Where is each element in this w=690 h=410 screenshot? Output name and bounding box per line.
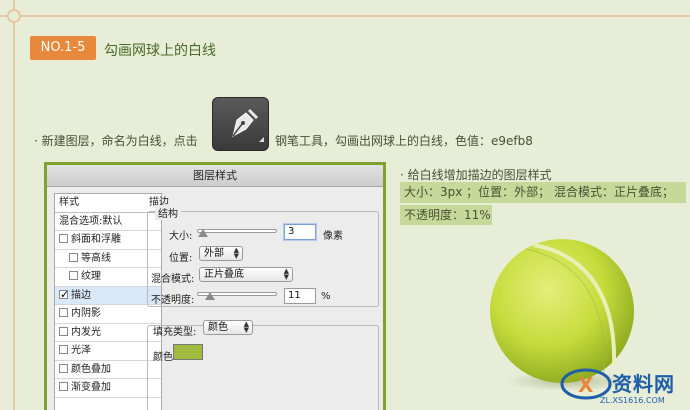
pen-tool-icon [212, 97, 269, 151]
style-item-label: 内阴影 [71, 308, 101, 319]
style-item[interactable]: 光泽 [55, 342, 161, 361]
style-item[interactable]: 颜色叠加 [55, 361, 161, 379]
checkbox[interactable] [69, 252, 78, 262]
tip-line-1: 大小：3px ；位置：外部； 混合模式：正片叠底； [400, 182, 686, 203]
checkbox[interactable] [69, 271, 78, 280]
watermark-text: 资料网 [612, 372, 675, 396]
step-title: 勾画网球上的白线 [104, 43, 216, 59]
style-item-label: 描边 [71, 289, 91, 301]
watermark-url: ZL.XS1616.COM [600, 396, 665, 405]
intro-text: · 新建图层，命名为白线，点击 [34, 134, 198, 148]
dialog-title: 图层样式 [47, 165, 383, 187]
style-item[interactable]: 内阴影 [55, 305, 161, 324]
tip-heading: · 给白线增加描边的图层样式 [400, 168, 552, 182]
checkbox[interactable] [59, 234, 68, 243]
style-list-header: 样式 [55, 194, 161, 213]
select-arrows-icon: ▲ ▼ [243, 320, 249, 334]
fill-type-label: 填充类型: [153, 327, 197, 338]
blend-options-default[interactable]: 混合选项:默认 [55, 213, 161, 231]
opacity-unit: % [321, 291, 331, 302]
size-slider-thumb[interactable] [198, 229, 209, 237]
blend-mode-select[interactable]: 正片叠底 ▲ ▼ [199, 267, 293, 282]
style-item[interactable]: 斜面和浮雕 [55, 231, 161, 250]
size-unit: 像素 [323, 231, 343, 242]
step-badge: NO.1-5 [30, 36, 96, 60]
stroke-color-swatch[interactable] [173, 344, 203, 360]
style-item-label: 斜面和浮雕 [71, 234, 121, 245]
tip-line-2: 不透明度：11% [400, 205, 492, 225]
style-item[interactable]: 等高线 [55, 250, 161, 268]
timeline-rail [13, 0, 15, 410]
structure-title: 结构 [155, 205, 181, 220]
svg-text:X: X [578, 373, 594, 397]
position-value: 外部 [204, 248, 224, 259]
blend-mode-label: 混合模式: [151, 274, 195, 285]
style-item-label: 颜色叠加 [71, 363, 111, 375]
style-item-label: 渐变叠加 [71, 382, 111, 393]
style-item[interactable]: 描边 [55, 286, 161, 305]
size-label: 大小: [169, 231, 193, 242]
intro-text-after: 钢笔工具，勾画出网球上的白线，色值：e9efb8 [275, 134, 533, 148]
style-item[interactable]: 渐变叠加 [55, 379, 161, 398]
blend-mode-value: 正片叠底 [204, 269, 244, 280]
size-slider[interactable] [197, 229, 277, 233]
style-list: 样式 混合选项:默认 斜面和浮雕等高线纹理描边内阴影内发光光泽颜色叠加渐变叠加 [54, 193, 162, 410]
position-label: 位置: [169, 253, 193, 264]
select-arrows-icon: ▲ ▼ [233, 246, 239, 260]
opacity-input[interactable]: 11 [284, 288, 316, 304]
style-item-label: 内发光 [71, 326, 101, 338]
style-item-label: 等高线 [81, 252, 111, 264]
timeline-dot [7, 9, 21, 23]
checkbox[interactable] [59, 308, 68, 317]
style-item-label: 纹理 [81, 271, 101, 282]
dialog-body: 图层样式 样式 混合选项:默认 斜面和浮雕等高线纹理描边内阴影内发光光泽颜色叠加… [47, 165, 383, 410]
checkbox[interactable] [59, 363, 68, 373]
style-item[interactable]: 内发光 [55, 324, 161, 342]
checkbox[interactable] [59, 382, 68, 391]
opacity-label: 不透明度: [151, 295, 195, 306]
position-select[interactable]: 外部 ▲ ▼ [199, 246, 243, 261]
style-item-label: 光泽 [71, 345, 91, 356]
opacity-slider-thumb[interactable] [204, 292, 215, 300]
timeline-divider [0, 15, 690, 17]
fill-type-select[interactable]: 颜色 ▲ ▼ [203, 320, 253, 335]
size-input[interactable]: 3 [284, 224, 316, 240]
style-item[interactable]: 纹理 [55, 268, 161, 287]
select-arrows-icon: ▲ ▼ [283, 267, 289, 281]
layer-style-dialog: 图层样式 样式 混合选项:默认 斜面和浮雕等高线纹理描边内阴影内发光光泽颜色叠加… [44, 162, 386, 410]
fill-type-value: 颜色 [208, 322, 228, 333]
checkbox[interactable] [59, 345, 68, 354]
checkbox[interactable] [59, 286, 69, 304]
checkbox[interactable] [59, 326, 68, 336]
